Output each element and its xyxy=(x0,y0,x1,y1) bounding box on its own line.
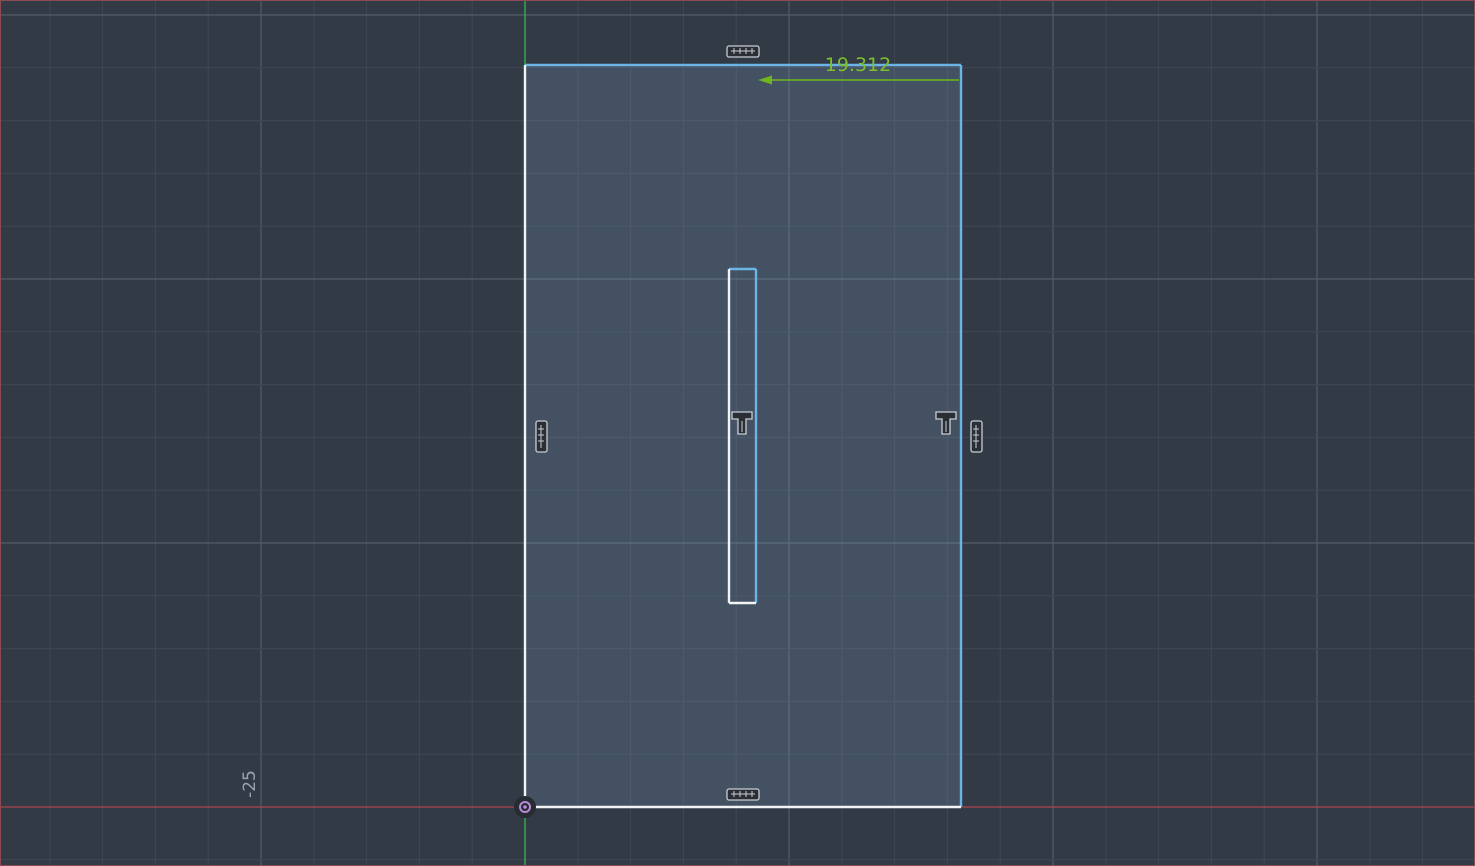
horizontal-constraint-icon[interactable] xyxy=(726,45,760,58)
grid-label: -25 xyxy=(240,770,260,798)
sketch-canvas-svg[interactable]: 19.312 -25 xyxy=(1,1,1475,866)
horizontal-constraint-icon[interactable] xyxy=(726,788,760,801)
origin-point-icon[interactable] xyxy=(514,796,536,818)
vertical-constraint-icon[interactable] xyxy=(535,420,548,453)
sketch-canvas[interactable]: 19.312 -25 xyxy=(0,0,1475,866)
vertical-constraint-icon[interactable] xyxy=(970,420,983,453)
rectangle-profile[interactable] xyxy=(525,65,961,807)
dimension-value[interactable]: 19.312 xyxy=(825,54,891,76)
